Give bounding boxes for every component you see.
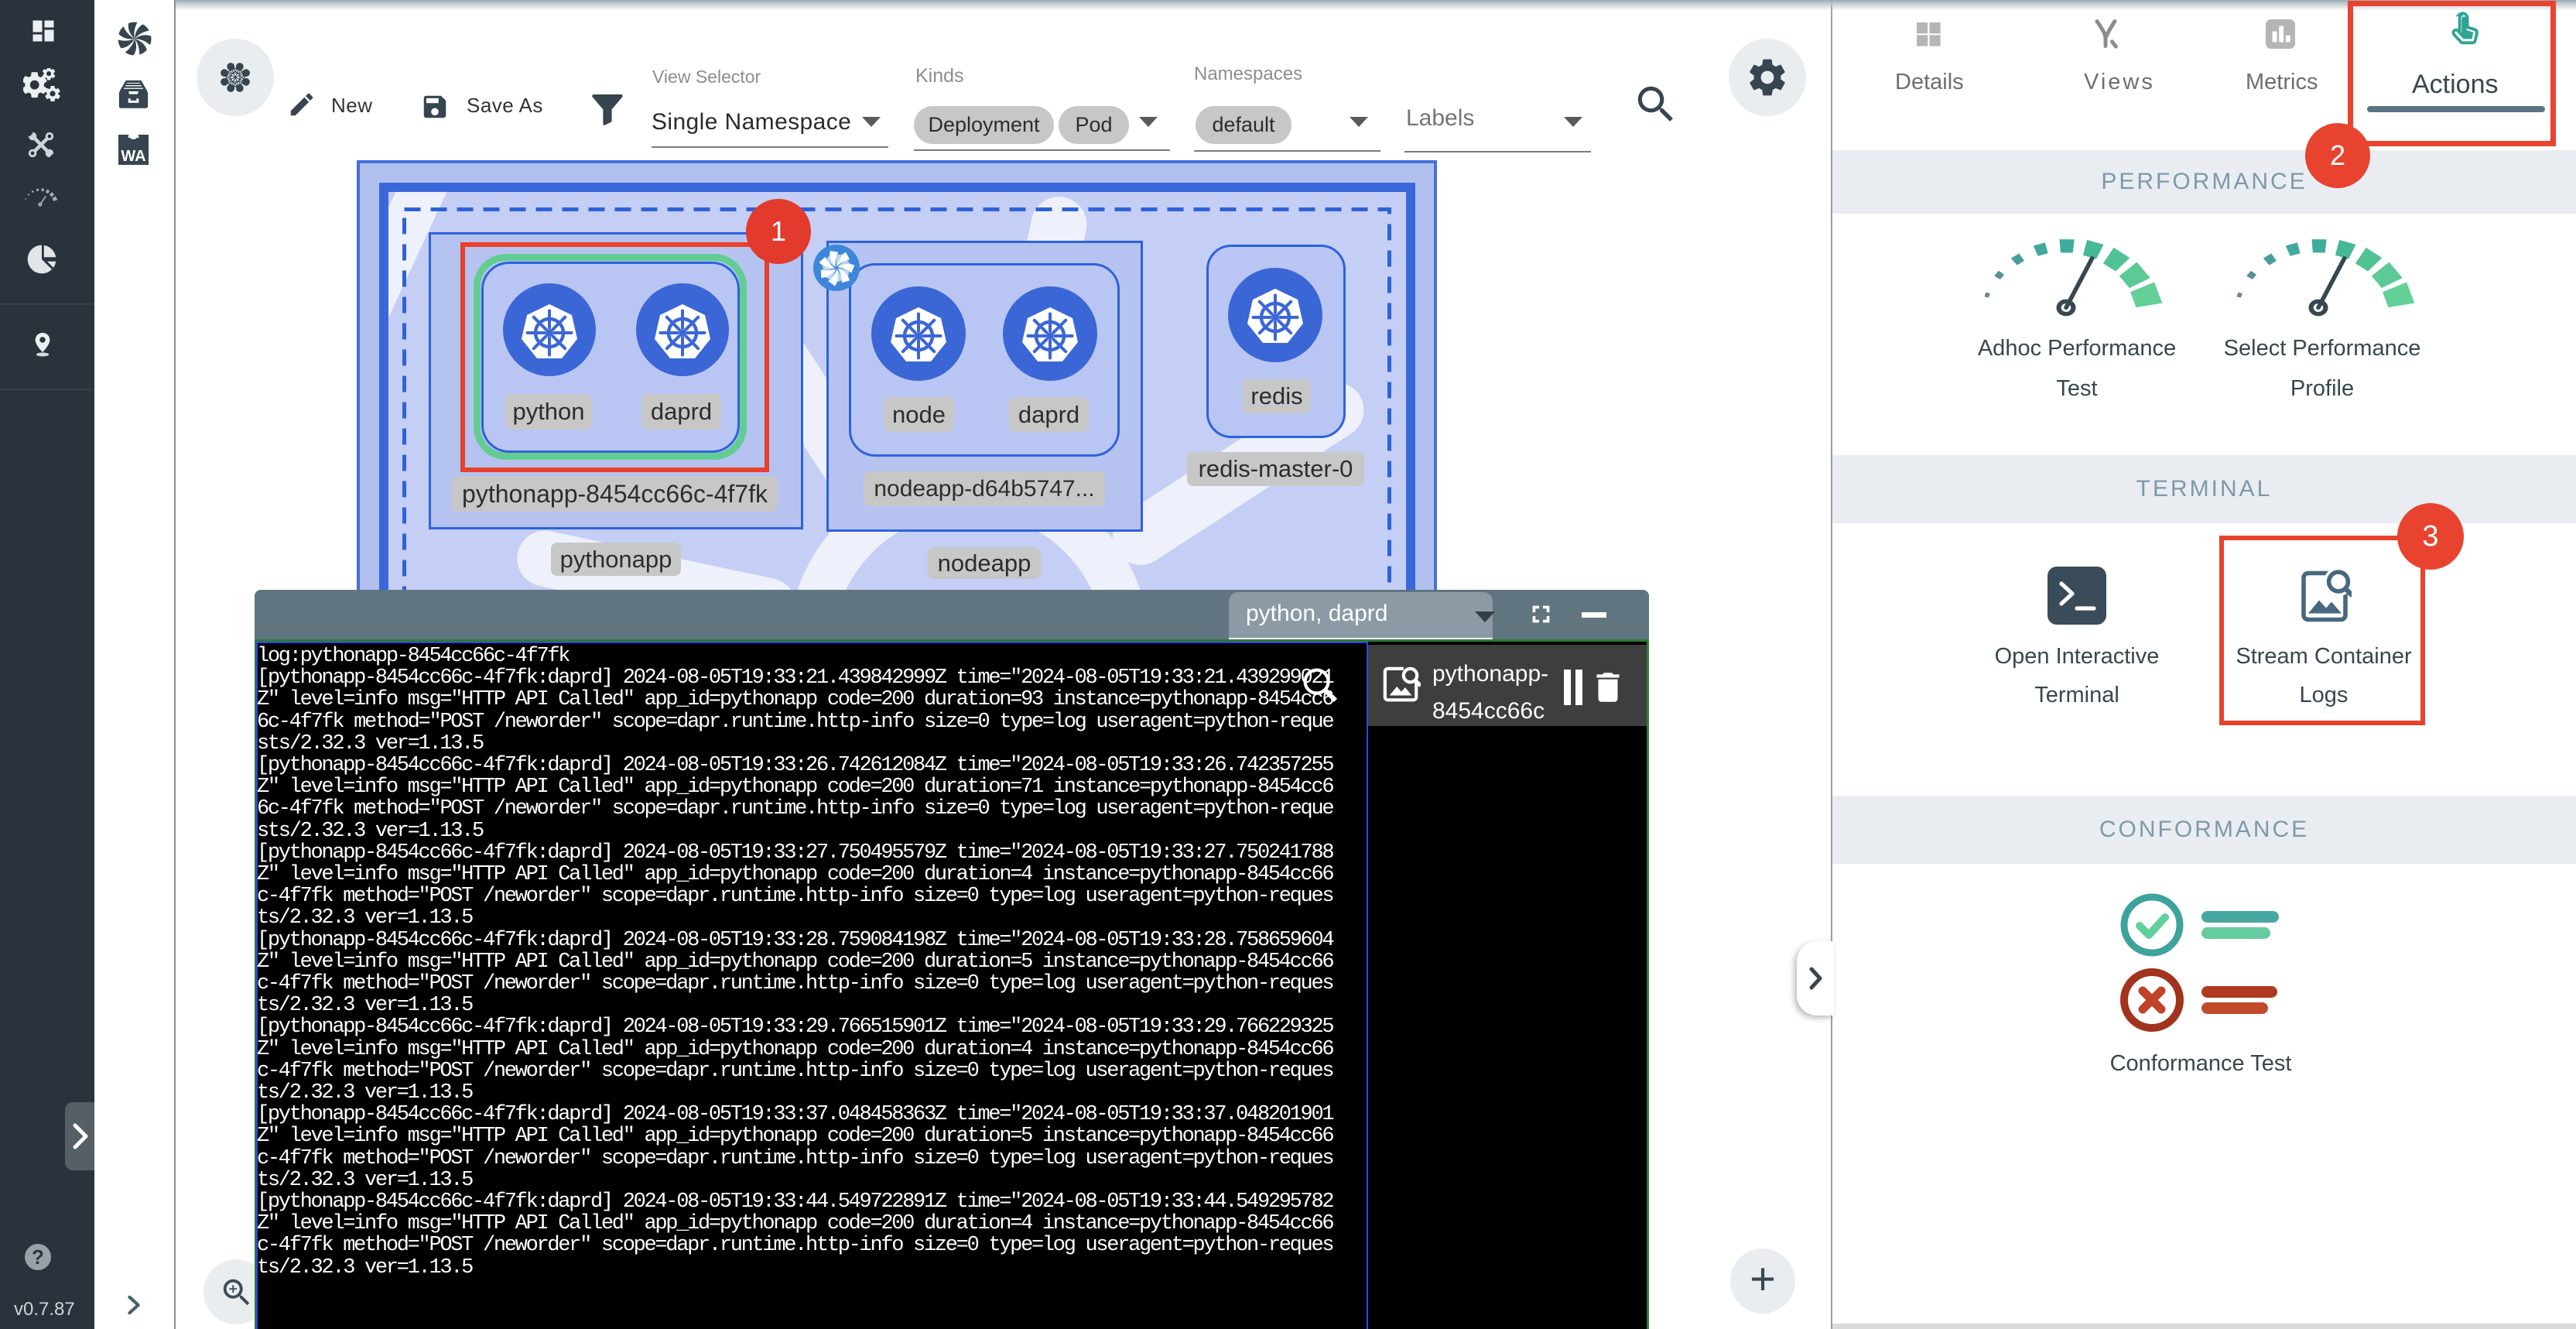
- svg-text:WA: WA: [121, 148, 145, 165]
